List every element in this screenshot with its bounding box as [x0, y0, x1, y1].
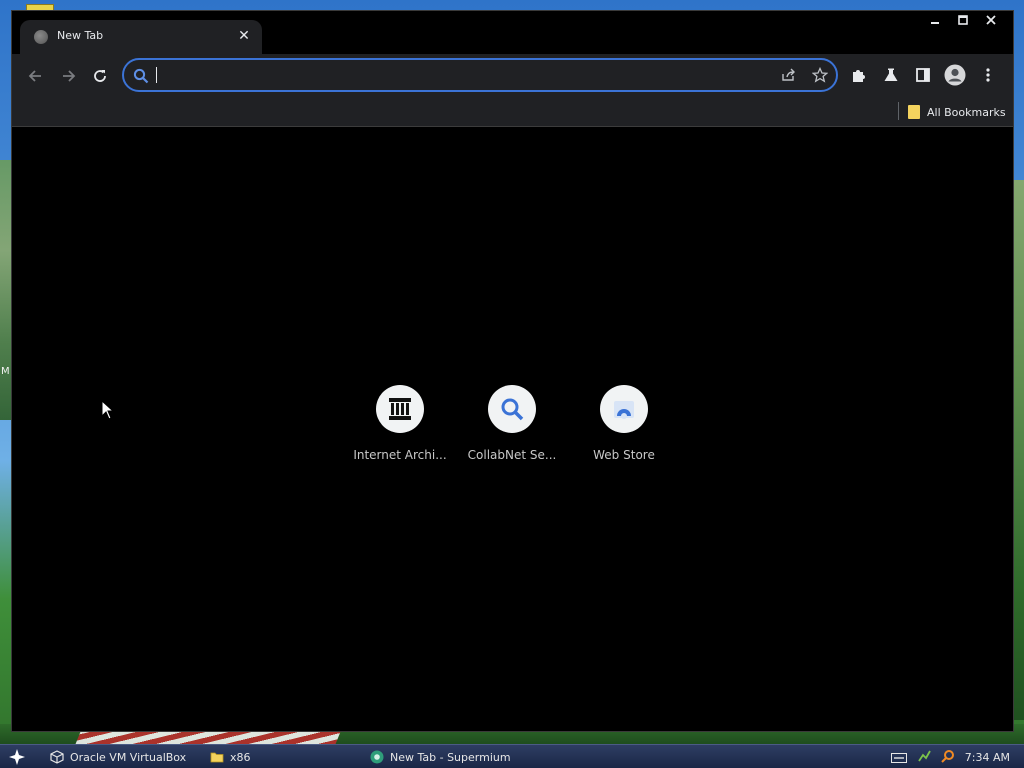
- tab-close-button[interactable]: ✕: [236, 28, 252, 44]
- clock[interactable]: 7:34 AM: [965, 751, 1010, 764]
- bookmarks-bar: All Bookmarks: [12, 97, 1013, 127]
- new-tab-page: Internet Archi... CollabNet Se... Web St…: [12, 127, 1013, 731]
- archive-building-icon: [389, 398, 411, 420]
- browser-window: New Tab ✕ All Bookmarks Internet Archi..…: [11, 10, 1014, 732]
- folder-icon: [908, 105, 920, 119]
- desktop-edge-label: M: [1, 366, 10, 377]
- reload-button[interactable]: [88, 64, 112, 88]
- forward-button[interactable]: [56, 64, 80, 88]
- supermium-icon: [370, 750, 384, 764]
- shortcut-internet-archive[interactable]: Internet Archi...: [344, 385, 456, 475]
- globe-icon: [34, 30, 48, 44]
- shortcut-label: Internet Archi...: [353, 448, 447, 462]
- keyboard-icon[interactable]: [890, 748, 907, 767]
- maximize-icon: [958, 15, 968, 25]
- share-button[interactable]: [778, 65, 798, 85]
- labs-button[interactable]: [880, 64, 902, 86]
- menu-button[interactable]: [977, 64, 999, 86]
- close-window-button[interactable]: [977, 11, 1005, 29]
- start-button[interactable]: [6, 747, 28, 767]
- all-bookmarks-button[interactable]: All Bookmarks: [908, 102, 1006, 122]
- titlebar: New Tab ✕: [12, 11, 1013, 54]
- shortcut-tile: [488, 385, 536, 433]
- taskbar-item-label: New Tab - Supermium: [390, 750, 511, 764]
- network-icon[interactable]: [917, 748, 931, 767]
- flask-icon: [884, 68, 898, 81]
- profile-button[interactable]: [944, 64, 966, 86]
- side-panel-button[interactable]: [912, 64, 934, 86]
- arrow-left-icon: [28, 70, 41, 82]
- maximize-button[interactable]: [949, 11, 977, 29]
- taskbar: Oracle VM VirtualBox x86 New Tab - Super…: [0, 744, 1024, 768]
- close-icon: [986, 15, 996, 25]
- bookmark-star-button[interactable]: [810, 65, 830, 85]
- search-icon[interactable]: [941, 748, 955, 767]
- share-icon: [782, 68, 795, 81]
- minimize-button[interactable]: [921, 11, 949, 29]
- browser-toolbar: [12, 54, 1013, 97]
- web-store-icon: [614, 401, 634, 419]
- shortcut-label: CollabNet Se...: [467, 448, 557, 462]
- taskbar-item-x86[interactable]: x86: [210, 748, 251, 766]
- window-controls: [921, 11, 1005, 31]
- reload-icon: [94, 70, 106, 82]
- shortcut-web-store[interactable]: Web Store: [568, 385, 680, 475]
- shortcut-collabnet[interactable]: CollabNet Se...: [456, 385, 568, 475]
- back-button[interactable]: [24, 64, 48, 88]
- address-input[interactable]: [156, 64, 740, 88]
- text-caret: [156, 67, 157, 83]
- omnibox[interactable]: [122, 58, 838, 92]
- extensions-button[interactable]: [848, 64, 870, 86]
- side-panel-icon: [916, 68, 930, 82]
- shortcut-label: Web Store: [593, 448, 655, 462]
- tab-new-tab[interactable]: New Tab ✕: [20, 20, 262, 54]
- all-bookmarks-label: All Bookmarks: [927, 105, 1006, 119]
- more-vert-icon: [986, 68, 990, 82]
- minimize-icon: [931, 22, 939, 24]
- avatar-icon: [944, 64, 966, 86]
- taskbar-item-virtualbox[interactable]: Oracle VM VirtualBox: [50, 748, 186, 766]
- star-icon: [812, 67, 828, 83]
- folder-icon: [210, 750, 224, 764]
- puzzle-icon: [853, 70, 865, 82]
- bookmarks-divider: [898, 102, 899, 120]
- system-tray: 7:34 AM: [890, 747, 1024, 767]
- taskbar-item-label: x86: [230, 750, 251, 764]
- shortcut-tile: [600, 385, 648, 433]
- tab-title: New Tab: [57, 29, 104, 42]
- arrow-right-icon: [63, 70, 76, 82]
- search-icon: [501, 398, 524, 421]
- taskbar-item-label: Oracle VM VirtualBox: [70, 750, 187, 764]
- virtualbox-icon: [50, 750, 64, 764]
- search-icon: [133, 68, 149, 84]
- mouse-cursor-icon: [101, 400, 115, 420]
- star-logo-icon: [9, 749, 25, 765]
- shortcut-tile: [376, 385, 424, 433]
- taskbar-item-supermium[interactable]: New Tab - Supermium: [370, 748, 511, 766]
